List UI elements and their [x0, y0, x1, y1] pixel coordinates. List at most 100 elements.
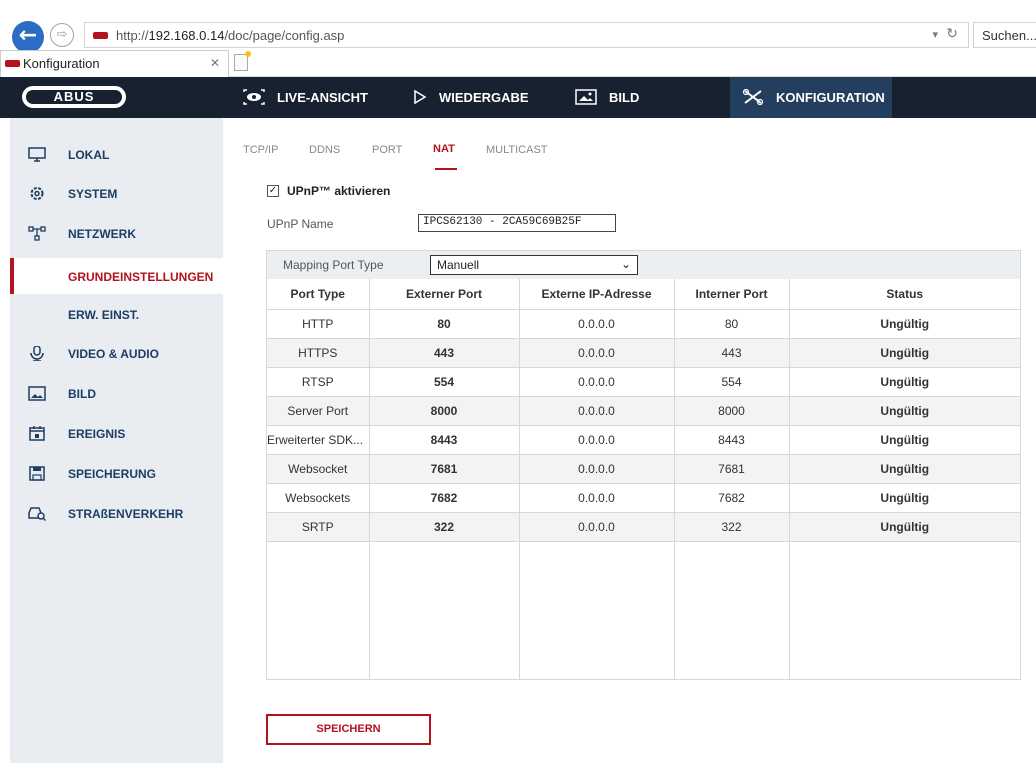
sidebar-item-erw-einst[interactable]: ERW. EINST. — [10, 294, 223, 334]
tab-strip: Konfiguration ✕ — [0, 50, 1036, 77]
search-input[interactable]: Suchen... — [973, 22, 1036, 48]
image-icon — [28, 386, 46, 401]
cell-port-type: HTTP — [267, 309, 370, 339]
cell-external-port[interactable]: 443 — [369, 338, 520, 368]
app-header: ABUS LIVE-ANSICHT WIEDERGABE BILD KONFIG… — [0, 77, 1036, 118]
sidebar-item-speicherung[interactable]: SPEICHERUNG — [10, 454, 223, 494]
sidebar-item-system[interactable]: SYSTEM — [10, 174, 223, 214]
address-bar[interactable]: http://192.168.0.14/doc/page/config.asp … — [84, 22, 969, 48]
tools-icon — [742, 88, 764, 105]
cell-external-port[interactable]: 322 — [369, 512, 520, 542]
table-row[interactable]: Erweiterter SDK... 8443 0.0.0.0 8443 Ung… — [267, 425, 1020, 455]
cell-external-port[interactable]: 80 — [369, 309, 520, 339]
cell-external-ip: 0.0.0.0 — [519, 338, 675, 368]
cell-internal-port: 554 — [674, 367, 790, 397]
cell-status: Ungültig — [789, 512, 1020, 542]
sidebar: LOKAL SYSTEM NETZWERK GRUNDEINSTELLUNGEN… — [10, 118, 223, 763]
chevron-down-icon: ⌄ — [620, 257, 631, 271]
save-button[interactable]: SPEICHERN — [266, 714, 431, 745]
forward-arrow-icon[interactable]: ⇨ — [50, 23, 74, 47]
upnp-name-field[interactable]: IPCS62130 - 2CA59C69B25F — [418, 214, 616, 232]
table-row[interactable]: SRTP 322 0.0.0.0 322 Ungültig — [267, 512, 1020, 542]
cell-internal-port: 80 — [674, 309, 790, 339]
monitor-icon — [28, 147, 46, 162]
sidebar-item-netzwerk[interactable]: NETZWERK — [10, 214, 223, 254]
nav-label: WIEDERGABE — [439, 90, 529, 105]
address-dropdown-icon[interactable]: ▾ — [932, 28, 938, 41]
nav-label: KONFIGURATION — [776, 90, 885, 105]
image-icon — [575, 88, 597, 105]
table-row[interactable]: Websockets 7682 0.0.0.0 7682 Ungültig — [267, 483, 1020, 513]
cell-port-type: Websockets — [267, 483, 370, 513]
network-icon — [28, 226, 46, 241]
cell-status: Ungültig — [789, 338, 1020, 368]
table-row[interactable]: HTTPS 443 0.0.0.0 443 Ungültig — [267, 338, 1020, 368]
upnp-enable-checkbox[interactable]: ✓ — [267, 185, 279, 197]
back-arrow-icon[interactable]: ← — [12, 21, 44, 53]
mapping-port-type-value: Manuell — [437, 258, 480, 272]
tab-multicast[interactable]: MULTICAST — [486, 144, 548, 156]
cell-external-port[interactable]: 554 — [369, 367, 520, 397]
sidebar-item-video-audio[interactable]: VIDEO & AUDIO — [10, 334, 223, 374]
port-mapping-table: Mapping Port Type Manuell ⌄ Port Type Ex… — [266, 250, 1021, 680]
url-host: 192.168.0.14 — [148, 28, 225, 43]
gear-icon — [30, 187, 44, 200]
cell-external-port[interactable]: 8443 — [369, 425, 520, 455]
refresh-icon[interactable]: ↻ — [946, 26, 958, 42]
column-header: Externer Port — [369, 279, 520, 310]
sidebar-item-grundeinstellungen[interactable]: GRUNDEINSTELLUNGEN — [10, 258, 223, 294]
table-row[interactable]: RTSP 554 0.0.0.0 554 Ungültig — [267, 367, 1020, 397]
new-tab-icon[interactable] — [234, 51, 251, 71]
table-header-row: Port Type Externer Port Externe IP-Adres… — [267, 279, 1020, 310]
nav-wiedergabe[interactable]: WIEDERGABE — [413, 77, 529, 118]
sidebar-item-label: ERW. EINST. — [68, 308, 140, 322]
cell-external-port[interactable]: 7681 — [369, 454, 520, 484]
cell-internal-port: 322 — [674, 512, 790, 542]
sidebar-item-strassenverkehr[interactable]: STRAßENVERKEHR — [10, 494, 223, 534]
calendar-icon — [29, 426, 45, 441]
sidebar-item-label: STRAßENVERKEHR — [68, 507, 184, 521]
close-icon[interactable]: ✕ — [210, 56, 220, 70]
mapping-port-type-select[interactable]: Manuell ⌄ — [430, 255, 638, 275]
search-placeholder: Suchen... — [982, 28, 1036, 43]
column-header: Interner Port — [674, 279, 790, 310]
eye-icon — [243, 88, 265, 105]
sidebar-item-label: GRUNDEINSTELLUNGEN — [68, 270, 214, 284]
mapping-port-type-row: Mapping Port Type Manuell ⌄ — [267, 251, 1020, 279]
cell-port-type: Server Port — [267, 396, 370, 426]
sidebar-item-label: EREIGNIS — [68, 427, 126, 441]
table-row[interactable]: Server Port 8000 0.0.0.0 8000 Ungültig — [267, 396, 1020, 426]
table-row[interactable]: HTTP 80 0.0.0.0 80 Ungültig — [267, 309, 1020, 339]
cell-external-port[interactable]: 8000 — [369, 396, 520, 426]
cell-external-ip: 0.0.0.0 — [519, 483, 675, 513]
tab-port[interactable]: PORT — [372, 144, 402, 156]
tab-nat[interactable]: NAT — [433, 143, 455, 155]
url-prefix: http:// — [116, 28, 149, 43]
url-path: /doc/page/config.asp — [224, 28, 345, 43]
browser-tab[interactable]: Konfiguration ✕ — [0, 50, 229, 77]
nav-live-ansicht[interactable]: LIVE-ANSICHT — [243, 77, 368, 118]
cell-internal-port: 8000 — [674, 396, 790, 426]
column-divider — [789, 540, 790, 679]
cell-external-ip: 0.0.0.0 — [519, 512, 675, 542]
play-icon — [414, 89, 427, 104]
cell-external-port[interactable]: 7682 — [369, 483, 520, 513]
cell-port-type: Websocket — [267, 454, 370, 484]
sidebar-item-bild[interactable]: BILD — [10, 374, 223, 414]
cell-status: Ungültig — [789, 309, 1020, 339]
column-header: Externe IP-Adresse — [519, 279, 675, 310]
save-icon — [29, 466, 45, 481]
nav-bild[interactable]: BILD — [575, 77, 639, 118]
cell-port-type: HTTPS — [267, 338, 370, 368]
cell-status: Ungültig — [789, 454, 1020, 484]
sidebar-item-lokal[interactable]: LOKAL — [10, 135, 223, 175]
tab-ddns[interactable]: DDNS — [309, 144, 340, 156]
nav-konfiguration[interactable]: KONFIGURATION — [730, 77, 892, 118]
tab-tcpip[interactable]: TCP/IP — [243, 144, 278, 156]
sidebar-item-ereignis[interactable]: EREIGNIS — [10, 414, 223, 454]
nav-label: BILD — [609, 90, 640, 105]
table-empty-area — [267, 540, 1020, 679]
table-row[interactable]: Websocket 7681 0.0.0.0 7681 Ungültig — [267, 454, 1020, 484]
nav-label: LIVE-ANSICHT — [277, 90, 368, 105]
logo-text: ABUS — [26, 90, 122, 104]
